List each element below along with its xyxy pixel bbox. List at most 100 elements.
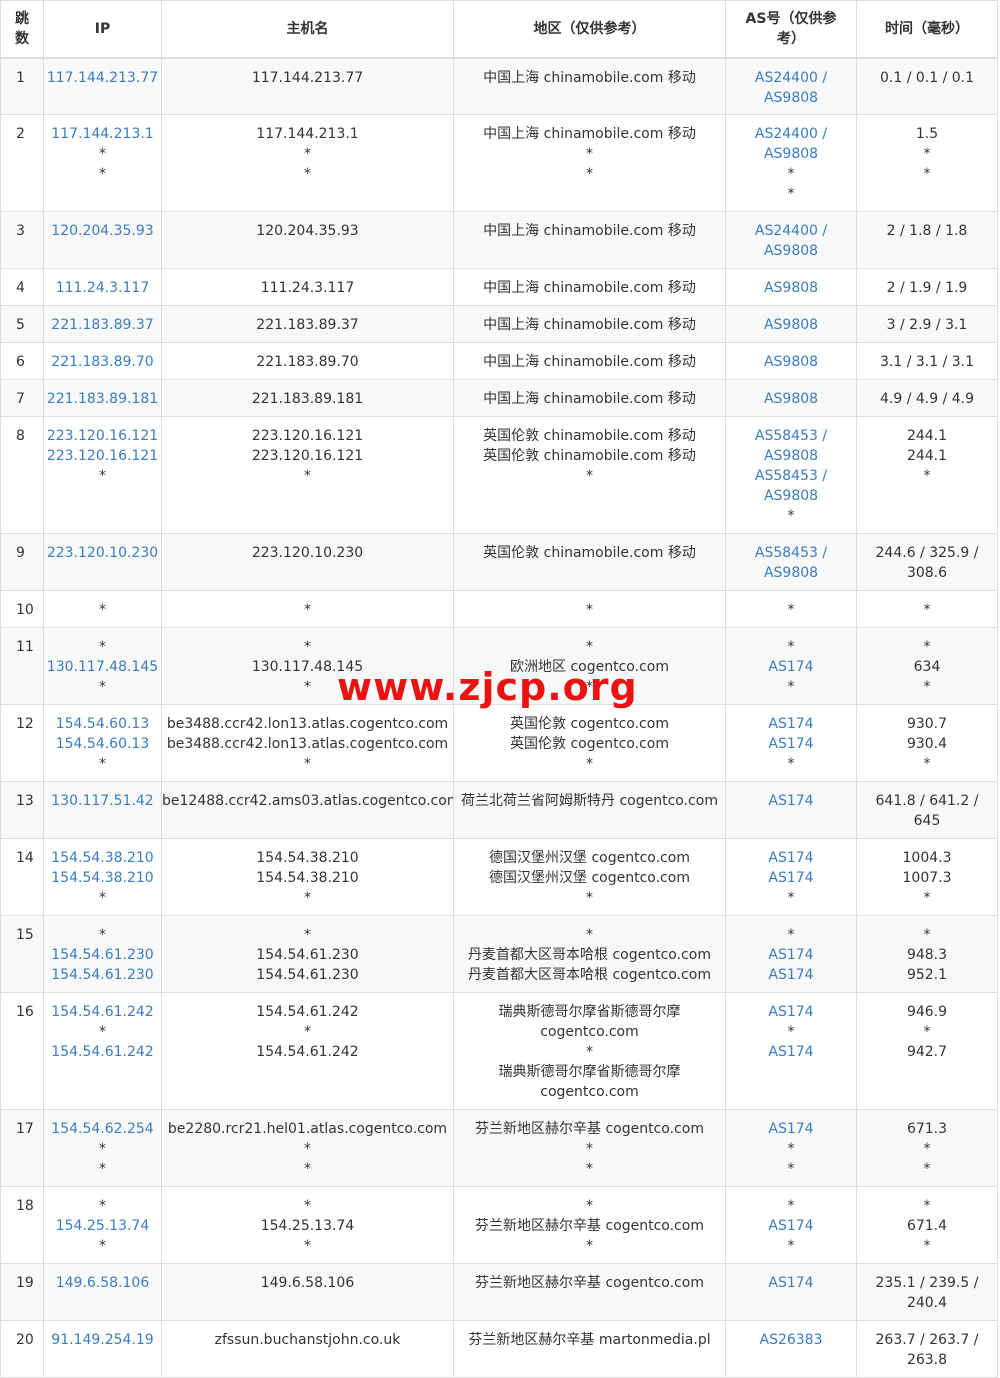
- as-cell-line[interactable]: AS9808: [727, 563, 856, 583]
- host-cell: 223.120.16.121 223.120.16.121 *: [161, 416, 454, 534]
- ip-cell-line: *: [99, 1141, 106, 1157]
- ip-cell: 221.183.89.70: [43, 342, 162, 380]
- ip-cell-line[interactable]: 111.24.3.117: [45, 278, 161, 298]
- time-cell: * 948.3 952.1: [856, 915, 998, 993]
- as-cell-line[interactable]: AS174: [727, 734, 856, 754]
- ip-cell: 154.54.61.242 * 154.54.61.242: [43, 992, 162, 1110]
- time-cell-line: 1.5: [915, 126, 939, 142]
- as-cell-line[interactable]: AS174: [727, 1273, 856, 1293]
- as-cell-line[interactable]: AS9808: [727, 241, 856, 261]
- hop-cell-line: 9: [16, 545, 25, 561]
- hop-cell-line: 13: [16, 793, 34, 809]
- as-cell-line[interactable]: AS58453 /: [727, 426, 856, 446]
- hop-cell: 14: [0, 838, 44, 916]
- as-cell: *: [725, 590, 857, 628]
- ip-cell-line[interactable]: 221.183.89.181: [45, 389, 161, 409]
- ip-cell-line: *: [99, 1024, 106, 1040]
- host-cell: 221.183.89.181: [161, 379, 454, 417]
- ip-cell-line[interactable]: 154.54.60.13: [45, 734, 161, 754]
- as-cell-line[interactable]: AS9808: [727, 315, 856, 335]
- as-cell-line: *: [787, 1141, 795, 1157]
- as-cell-line[interactable]: AS174: [727, 791, 856, 811]
- as-cell-line[interactable]: AS174: [727, 1119, 856, 1139]
- as-cell-line[interactable]: AS24400 /: [727, 68, 856, 88]
- ip-cell-line[interactable]: 130.117.51.42: [45, 791, 161, 811]
- ip-cell-line[interactable]: 154.54.61.242: [45, 1002, 161, 1022]
- as-cell-line[interactable]: AS174: [727, 945, 856, 965]
- host-cell-line: be12488.ccr42.ams03.atlas.cogentco.com: [162, 793, 454, 809]
- time-cell: 2 / 1.8 / 1.8: [856, 211, 998, 269]
- ip-cell-line[interactable]: 154.25.13.74: [45, 1216, 161, 1236]
- as-cell-line[interactable]: AS58453 /: [727, 543, 856, 563]
- ip-cell-line[interactable]: 149.6.58.106: [45, 1273, 161, 1293]
- ip-cell: 221.183.89.37: [43, 305, 162, 343]
- region-cell-line: *: [586, 890, 593, 906]
- table-row: 12 154.54.60.13 154.54.60.13 * be3488.ccr42.…: [0, 704, 998, 782]
- hop-cell: 13: [0, 781, 44, 839]
- ip-cell-line[interactable]: 223.120.16.121: [45, 426, 161, 446]
- table-row: 15 * 154.54.61.230 154.54.61.230 * 154.54.61.…: [0, 915, 998, 993]
- ip-cell-line[interactable]: 117.144.213.77: [45, 68, 161, 88]
- host-cell-line: *: [304, 146, 311, 162]
- ip-cell-line[interactable]: 154.54.38.210: [45, 848, 161, 868]
- as-cell-line[interactable]: AS174: [727, 657, 856, 677]
- as-cell-line[interactable]: AS9808: [727, 88, 856, 108]
- ip-cell-line[interactable]: 154.54.60.13: [45, 714, 161, 734]
- ip-cell-line[interactable]: 154.54.61.230: [45, 965, 161, 985]
- as-cell-line[interactable]: AS174: [727, 1042, 856, 1062]
- ip-cell-line[interactable]: 223.120.16.121: [45, 446, 161, 466]
- ip-cell-line[interactable]: 120.204.35.93: [45, 221, 161, 241]
- ip-cell-line[interactable]: 154.54.61.230: [45, 945, 161, 965]
- as-cell-line[interactable]: AS174: [727, 1216, 856, 1236]
- ip-cell-line[interactable]: 117.144.213.1: [45, 124, 161, 144]
- as-cell-line: *: [787, 1161, 795, 1177]
- region-cell-line: 芬兰新地区赫尔辛基 cogentco.com: [475, 1275, 704, 1291]
- region-cell: 英国伦敦 chinamobile.com 移动 英国伦敦 chinamobile.…: [453, 416, 726, 534]
- as-cell-line[interactable]: AS24400 /: [727, 221, 856, 241]
- as-cell-line[interactable]: AS58453 /: [727, 466, 856, 486]
- as-cell: AS174: [725, 781, 857, 839]
- ip-cell-line[interactable]: 91.149.254.19: [45, 1330, 161, 1350]
- as-cell-line[interactable]: AS174: [727, 714, 856, 734]
- as-cell: AS9808: [725, 379, 857, 417]
- ip-cell-line[interactable]: 154.54.61.242: [45, 1042, 161, 1062]
- table-row: 7 221.183.89.181 221.183.89.181 中国上海 chinam…: [0, 379, 998, 417]
- as-cell-line[interactable]: AS174: [727, 848, 856, 868]
- ip-cell-line[interactable]: 154.54.62.254: [45, 1119, 161, 1139]
- ip-cell-line[interactable]: 154.54.38.210: [45, 868, 161, 888]
- time-cell: 1004.3 1007.3 *: [856, 838, 998, 916]
- as-cell-line[interactable]: AS9808: [727, 352, 856, 372]
- hop-cell: 16: [0, 992, 44, 1110]
- host-cell: be2280.rcr21.hel01.atlas.cogentco.com * *: [161, 1109, 454, 1187]
- as-cell-line[interactable]: AS174: [727, 965, 856, 985]
- time-cell: 0.1 / 0.1 / 0.1: [856, 57, 998, 115]
- ip-cell-line[interactable]: 130.117.48.145: [45, 657, 161, 677]
- region-cell-line: 芬兰新地区赫尔辛基 cogentco.com: [475, 1218, 704, 1234]
- ip-cell-line[interactable]: 221.183.89.70: [45, 352, 161, 372]
- as-cell-line[interactable]: AS26383: [727, 1330, 856, 1350]
- as-cell-line: *: [787, 166, 795, 182]
- region-cell-line: cogentco.com: [540, 1084, 639, 1100]
- as-cell-line[interactable]: AS174: [727, 868, 856, 888]
- host-cell-line: *: [304, 679, 311, 695]
- as-cell: AS26383: [725, 1320, 857, 1378]
- traceroute-table: 跳数 IP 主机名 地区（仅供参考） AS号（仅供参考） 时间（毫秒） 1 117…: [0, 0, 998, 1378]
- as-cell-line[interactable]: AS9808: [727, 389, 856, 409]
- region-cell-line: 中国上海 chinamobile.com 移动: [483, 69, 696, 86]
- region-cell-line: 德国汉堡州汉堡 cogentco.com: [489, 850, 690, 866]
- as-cell-line[interactable]: AS9808: [727, 278, 856, 298]
- as-cell-line[interactable]: AS24400 /: [727, 124, 856, 144]
- host-cell-line: 223.120.10.230: [251, 545, 364, 561]
- time-cell-line: 952.1: [906, 967, 948, 983]
- as-cell-line[interactable]: AS9808: [727, 144, 856, 164]
- hop-cell-line: 16: [16, 1004, 34, 1020]
- ip-cell-line[interactable]: 221.183.89.37: [45, 315, 161, 335]
- time-cell: 930.7 930.4 *: [856, 704, 998, 782]
- as-cell-line[interactable]: AS174: [727, 1002, 856, 1022]
- region-cell-line: *: [586, 602, 593, 618]
- ip-cell-line[interactable]: 223.120.10.230: [45, 543, 161, 563]
- region-cell-line: 中国上海 chinamobile.com 移动: [483, 223, 696, 239]
- as-cell-line[interactable]: AS9808: [727, 486, 856, 506]
- as-cell-line[interactable]: AS9808: [727, 446, 856, 466]
- hop-cell-line: 12: [16, 716, 34, 732]
